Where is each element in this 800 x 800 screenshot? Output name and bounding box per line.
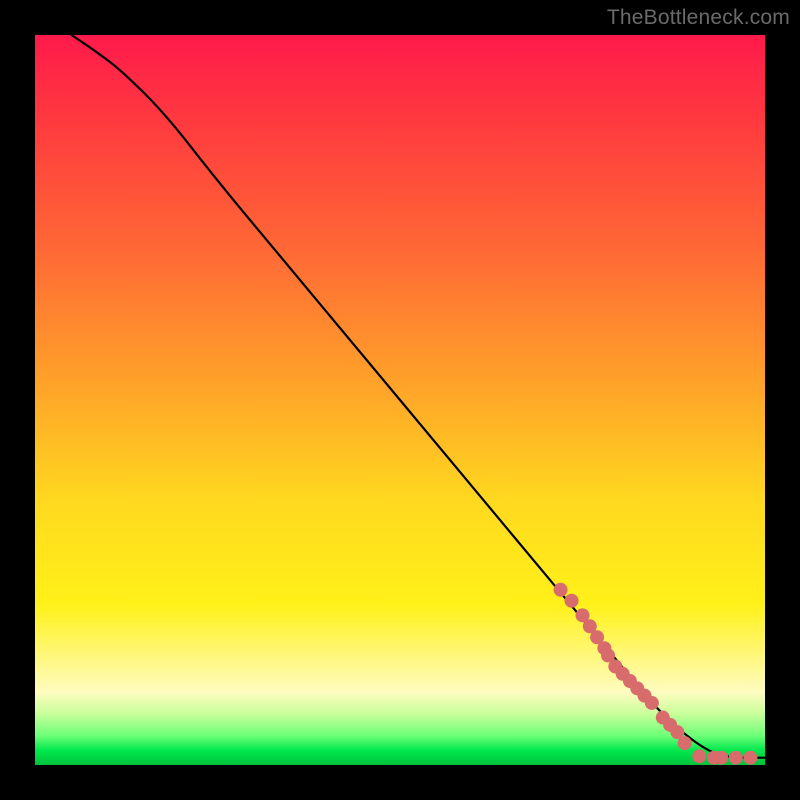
data-point [729, 751, 743, 765]
data-point [645, 696, 659, 710]
data-point [678, 736, 692, 750]
data-point [714, 751, 728, 765]
bottleneck-curve [72, 35, 766, 758]
data-point [554, 583, 568, 597]
data-point [565, 594, 579, 608]
plot-frame [35, 35, 765, 765]
watermark-text: TheBottleneck.com [607, 6, 790, 30]
plot-svg [35, 35, 765, 765]
data-point [743, 751, 757, 765]
data-points-group [554, 583, 758, 765]
data-point [692, 749, 706, 763]
